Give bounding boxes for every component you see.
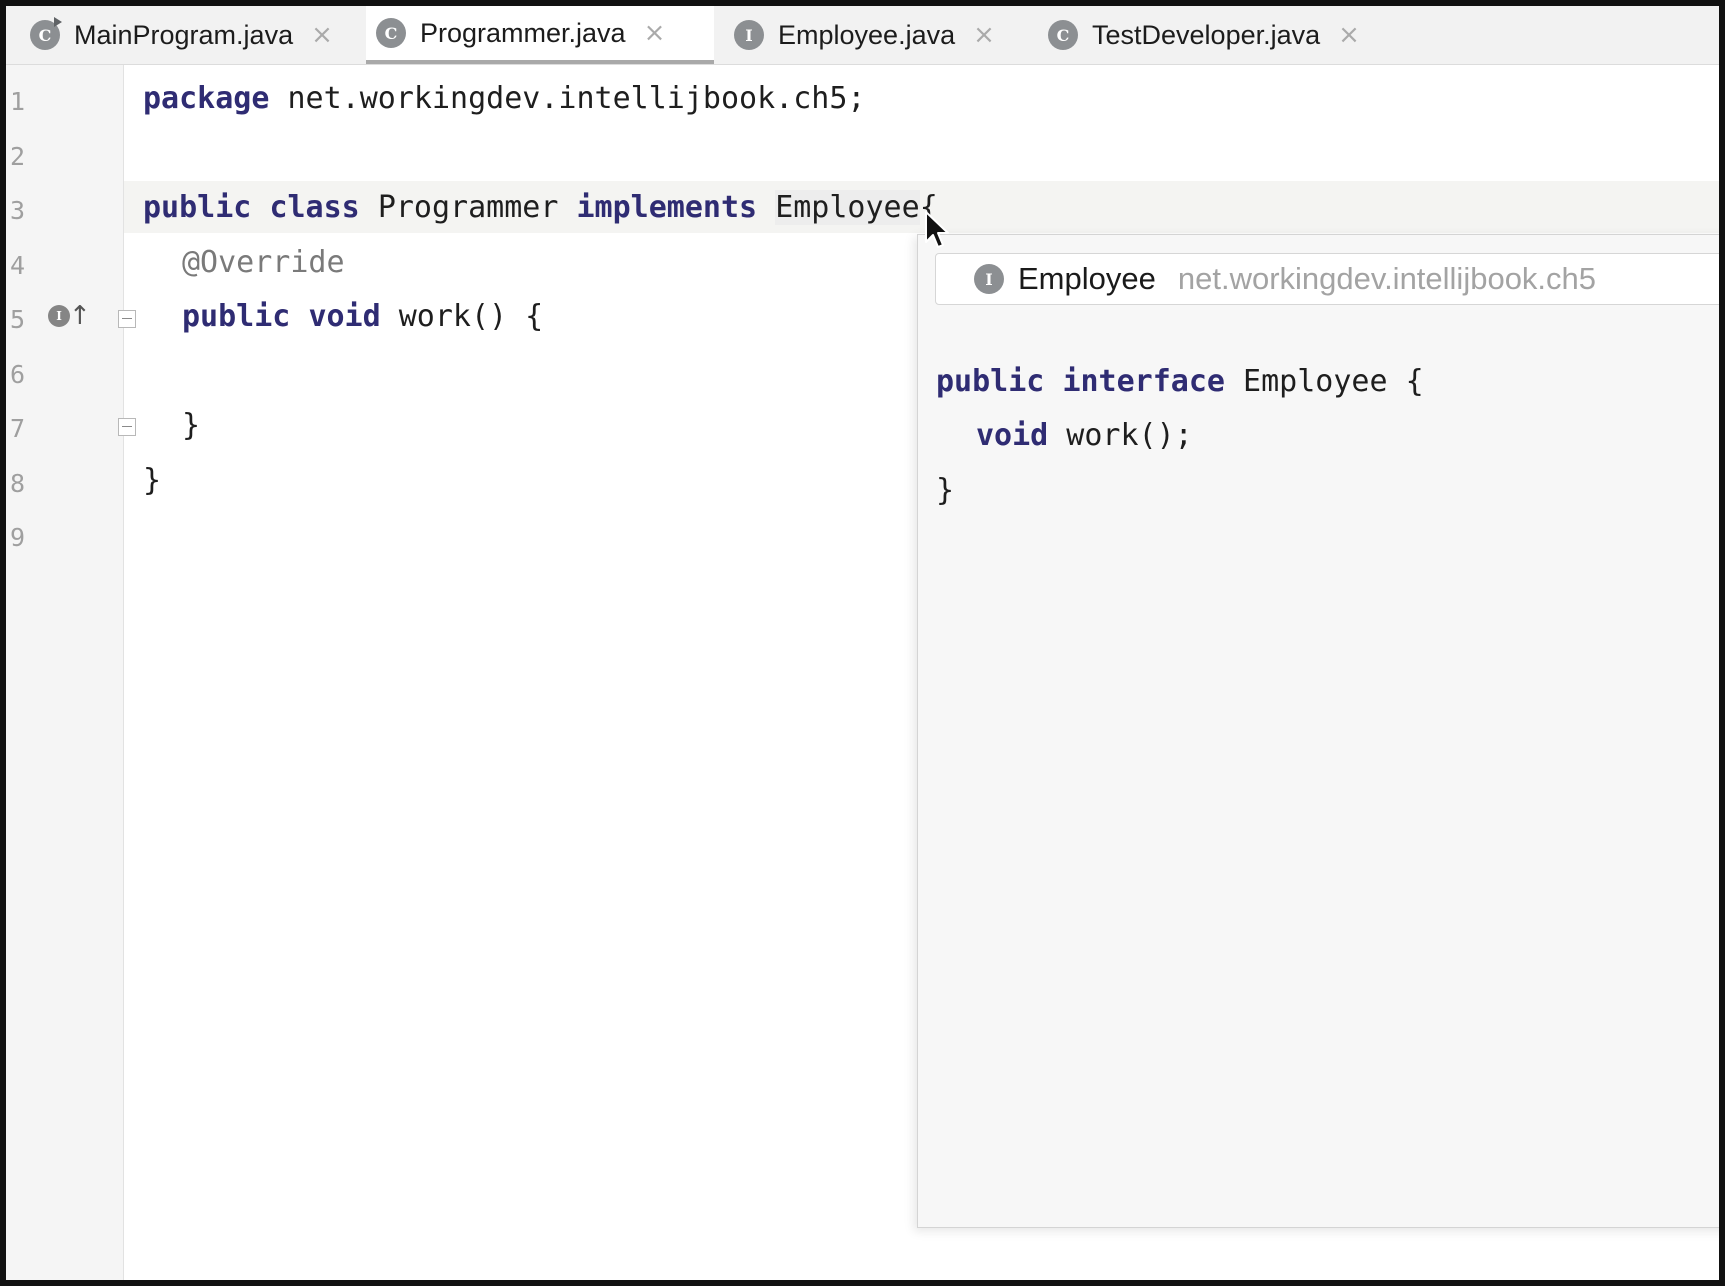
brace: } (143, 463, 162, 498)
code-line-7[interactable]: } (182, 411, 200, 441)
interface-declaration: Employee { (1225, 364, 1424, 399)
popup-code-line-3: } (936, 476, 954, 506)
class-icon: C (376, 18, 406, 48)
interface-icon: I (48, 305, 70, 327)
close-icon[interactable]: × (1338, 22, 1360, 48)
interface-icon-letter: I (745, 25, 753, 45)
implements-method-marker[interactable]: I ↑ (48, 303, 91, 329)
brace: } (936, 473, 955, 508)
tab-label: Employee.java (778, 19, 956, 50)
class-icon-letter: C (384, 23, 398, 43)
quick-definition-popup[interactable]: I Employee net.workingdev.intellijbook.c… (917, 234, 1719, 1228)
popup-code-line-2: void work(); (976, 421, 1193, 451)
tab-label: TestDeveloper.java (1092, 19, 1321, 50)
keyword: package (143, 81, 270, 116)
fold-toggle-icon[interactable] (118, 310, 136, 328)
keyword: void (976, 418, 1049, 453)
keyword: public (182, 299, 291, 334)
tab-testdeveloper[interactable]: C TestDeveloper.java × (1038, 6, 1398, 64)
method-signature: work() { (380, 299, 544, 334)
code-line-5[interactable]: public void work() { (182, 302, 543, 332)
line-number: 9 (10, 523, 26, 552)
code-line-3[interactable]: public class Programmer implements Emplo… (143, 190, 938, 225)
tab-label: MainProgram.java (74, 19, 294, 50)
code-line-1[interactable]: package net.workingdev.intellijbook.ch5; (143, 84, 865, 114)
popup-code-line-1: public interface Employee { (936, 367, 1424, 397)
class-name: Programmer (377, 190, 559, 225)
fold-toggle-icon[interactable] (118, 418, 136, 436)
line-number: 5 (10, 305, 26, 334)
editor-gutter[interactable]: 1 2 3 4 5 6 7 8 9 (6, 65, 124, 1280)
editor-tab-bar: C MainProgram.java × C Programmer.java ×… (6, 6, 1719, 65)
popup-package-name: net.workingdev.intellijbook.ch5 (1177, 261, 1597, 296)
class-icon-letter: C (1056, 25, 1070, 45)
tab-employee[interactable]: I Employee.java × (724, 6, 1024, 64)
package-name: net.workingdev.intellijbook.ch5; (269, 81, 866, 116)
close-icon[interactable]: × (644, 20, 666, 46)
keyword: implements (576, 190, 758, 225)
line-number: 3 (10, 196, 26, 225)
keyword: class (269, 190, 360, 225)
arrow-up-icon: ↑ (69, 301, 91, 331)
class-icon: C (1048, 20, 1078, 50)
line-number: 4 (10, 251, 26, 280)
method-declaration: work(); (1048, 418, 1193, 453)
class-icon-letter: C (38, 25, 52, 45)
brace: } (182, 408, 201, 443)
interface-icon: I (734, 20, 764, 50)
popup-header[interactable]: I Employee net.workingdev.intellijbook.c… (935, 253, 1719, 305)
line-number: 2 (10, 142, 26, 171)
annotation: @Override (182, 245, 345, 280)
line-number: 7 (10, 414, 26, 443)
line-number: 1 (10, 87, 26, 116)
close-icon[interactable]: × (311, 22, 333, 48)
mouse-pointer-icon (925, 211, 949, 248)
code-line-4[interactable]: @Override (182, 248, 345, 278)
hovered-identifier[interactable]: Employee (775, 190, 920, 225)
keyword: public (143, 190, 252, 225)
keyword: interface (1062, 364, 1225, 399)
keyword: public (936, 364, 1045, 399)
class-icon: C (30, 17, 62, 50)
close-icon[interactable]: × (973, 22, 995, 48)
line-number: 8 (10, 469, 26, 498)
popup-symbol-name: Employee (1018, 261, 1156, 296)
run-indicator-icon (54, 17, 62, 27)
interface-icon: I (974, 264, 1004, 294)
interface-icon-letter: I (985, 269, 993, 289)
tab-programmer[interactable]: C Programmer.java × (366, 6, 714, 64)
code-line-8[interactable]: } (143, 466, 161, 496)
ide-window: C MainProgram.java × C Programmer.java ×… (0, 0, 1725, 1286)
tab-mainprogram[interactable]: C MainProgram.java × (20, 6, 354, 64)
tab-label: Programmer.java (420, 17, 626, 48)
line-number: 6 (10, 360, 26, 389)
keyword: void (308, 299, 381, 334)
